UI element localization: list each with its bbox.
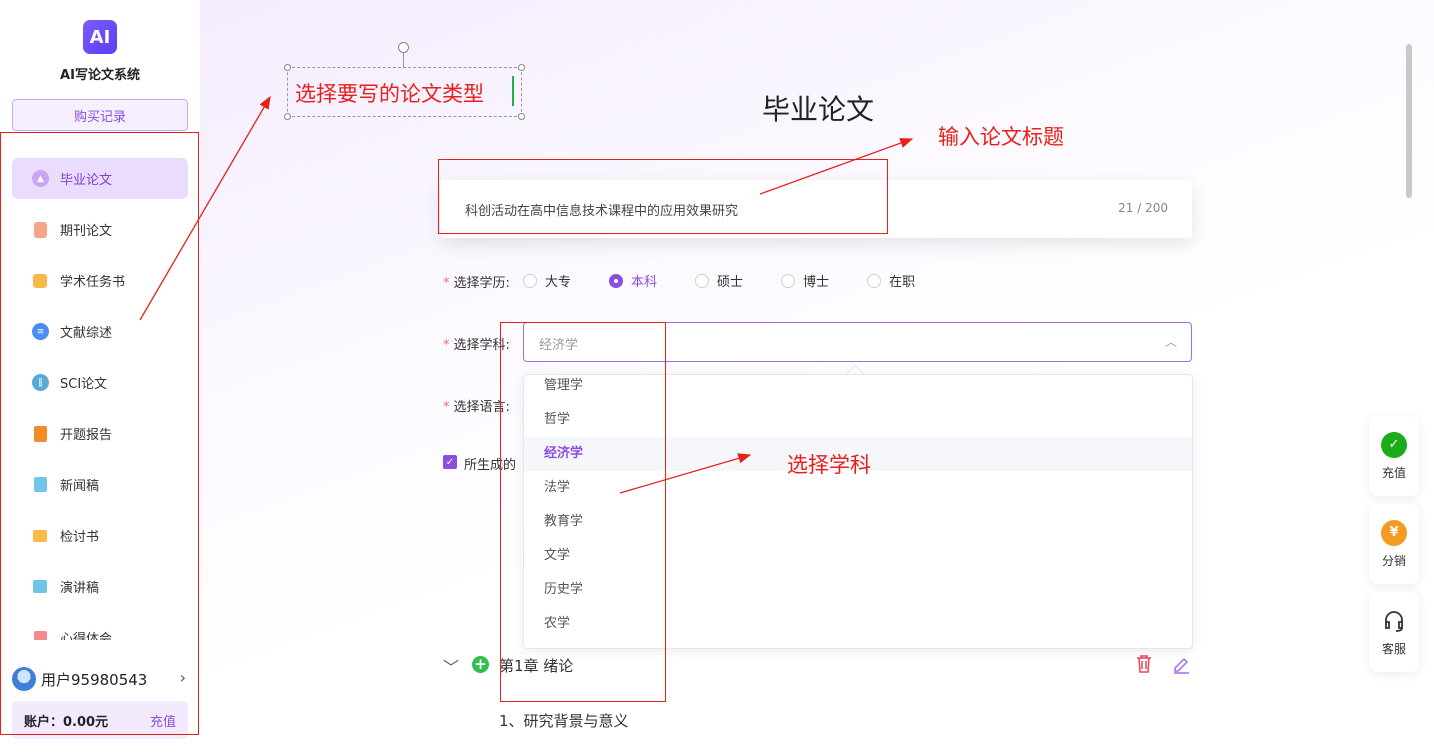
radio-dot [609,273,624,288]
education-label-text: 选择学历: [453,276,510,291]
paper-title-char-count: 21 / 200 [1118,201,1168,215]
float-distribution-button[interactable]: ¥ 分销 [1369,504,1419,584]
annotation-box-subject [500,322,666,702]
generated-content-checkbox[interactable]: ✓ [443,455,457,469]
radio-dot [781,273,796,288]
radio-dot [523,273,537,288]
radio-label: 硕士 [717,275,744,290]
education-label: * 选择学历: [443,276,510,291]
app-name: AI写论文系统 [60,68,140,83]
chevron-down-icon[interactable]: ﹀ [443,654,459,678]
text-cursor [512,76,514,106]
radio-bachelor[interactable]: 本科 [609,271,657,290]
annotation-box-title [438,159,888,234]
rotate-handle [398,42,409,53]
resize-handle [284,64,291,71]
float-recharge-button[interactable]: ✓ 充值 [1369,416,1419,496]
annotation-choose-subject: 选择学科 [787,453,871,477]
float-service-button[interactable]: 客服 [1369,592,1419,672]
radio-in-service[interactable]: 在职 [867,271,915,290]
add-icon[interactable]: + [472,656,489,673]
radio-label: 博士 [803,275,830,290]
resize-handle [518,64,525,71]
radio-dot [867,273,882,288]
annotation-choose-type: 选择要写的论文类型 [295,82,484,106]
radio-label: 大专 [545,275,572,290]
section-title: 1、研究背景与意义 [499,712,629,730]
float-service-label: 客服 [1381,641,1406,656]
annotation-enter-title: 输入论文标题 [938,125,1064,149]
radio-label: 本科 [631,275,658,290]
float-distribution-label: 分销 [1381,553,1406,568]
radio-dot [695,273,710,288]
rotate-handle-line [403,53,404,67]
annotation-box-sidebar [0,132,199,735]
radio-associate[interactable]: 大专 [523,271,571,290]
resize-handle [518,113,525,120]
radio-master[interactable]: 硕士 [695,271,743,290]
radio-doctor[interactable]: 博士 [781,271,829,290]
page-title: 毕业论文 [761,93,874,126]
purchase-records-button[interactable]: 购买记录 [12,99,188,131]
resize-handle [284,113,291,120]
wechat-icon: ✓ [1381,431,1407,458]
radio-label: 在职 [889,275,916,290]
app-logo: AI [83,20,117,54]
trash-icon[interactable] [1135,654,1153,674]
headset-icon [1385,610,1403,632]
edit-icon[interactable] [1171,654,1191,674]
chevron-up-icon: ︿ [1164,335,1177,349]
education-radio-group: 大专 本科 硕士 博士 在职 [523,271,953,290]
page-scrollbar[interactable] [1406,44,1412,198]
money-bag-icon: ¥ [1381,519,1407,546]
float-recharge-label: 充值 [1381,465,1406,480]
